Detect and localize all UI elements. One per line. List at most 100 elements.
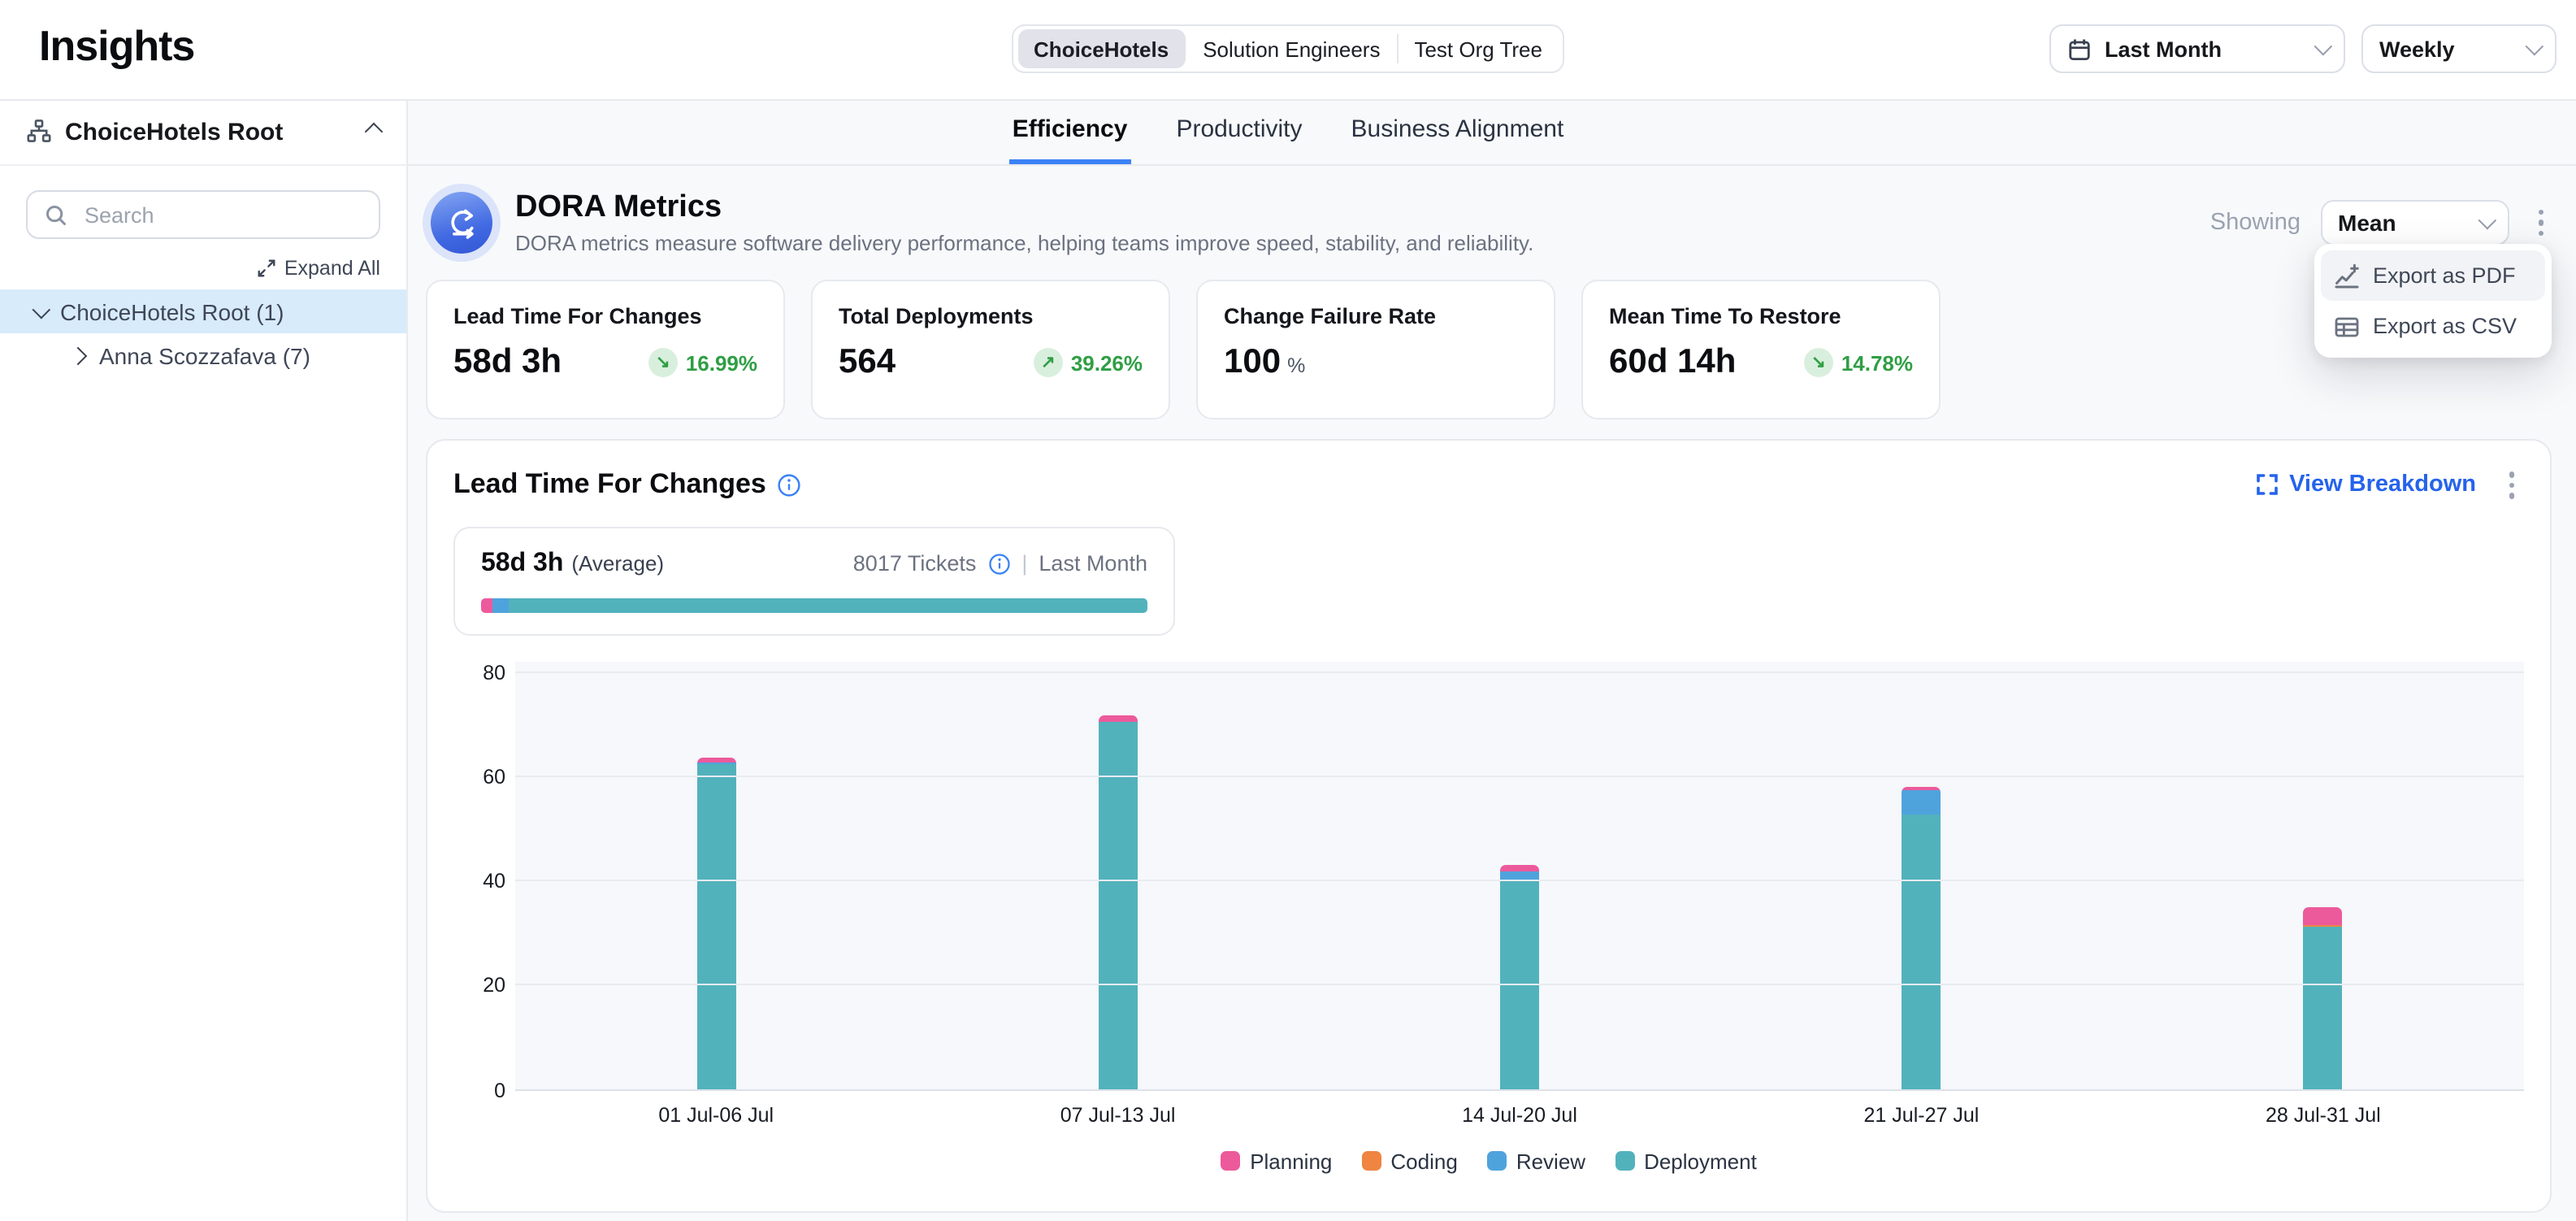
lead-time-card: Lead Time For Changes View Breakdown <box>426 439 2552 1213</box>
page-title: Insights <box>39 21 194 72</box>
gridline-20 <box>515 984 2524 986</box>
metric-cards: Lead Time For Changes58d 3h↘16.99%Total … <box>426 280 2553 419</box>
metric-card-total-deployments: Total Deployments564↗39.26% <box>811 280 1170 419</box>
bar-segment-deployment <box>1099 722 1138 1090</box>
stacked-bar-28-jul-31-jul <box>2304 907 2343 1091</box>
sidebar-header[interactable]: ChoiceHotels Root <box>0 99 406 166</box>
legend-swatch <box>1361 1151 1381 1171</box>
expand-all-label: Expand All <box>284 257 380 280</box>
dora-controls: Showing Mean <box>2210 200 2553 246</box>
stacked-bar-14-jul-20-jul <box>1500 866 1539 1090</box>
plot-area <box>515 661 2524 1090</box>
org-tree-icon <box>26 119 52 145</box>
tab-business-alignment[interactable]: Business Alignment <box>1348 99 1568 164</box>
metric-card-title: Mean Time To Restore <box>1609 304 1913 328</box>
sprint-icon <box>431 192 492 254</box>
org-tab-choicehotels[interactable]: ChoiceHotels <box>1017 29 1185 68</box>
y-tick-label: 60 <box>483 764 505 790</box>
export-item-export-as-pdf[interactable]: Export as PDF <box>2321 250 2545 301</box>
chevron-right-icon <box>69 346 88 365</box>
bar-column-21-jul-27-jul <box>1720 661 2122 1090</box>
export-item-export-as-csv[interactable]: Export as CSV <box>2321 301 2545 351</box>
trend-percentage: 39.26% <box>1071 350 1143 375</box>
dora-header: DORA Metrics DORA metrics measure softwa… <box>426 182 2553 263</box>
org-tab-test-org-tree[interactable]: Test Org Tree <box>1398 29 1559 68</box>
trend-percentage: 14.78% <box>1841 350 1913 375</box>
summary-value: 58d 3h <box>481 549 563 578</box>
info-icon[interactable] <box>987 552 1010 575</box>
lead-time-header: Lead Time For Changes View Breakdown <box>453 463 2524 506</box>
bar-segment-deployment <box>696 765 735 1090</box>
legend-item-deployment[interactable]: Deployment <box>1615 1149 1757 1173</box>
legend-label: Review <box>1516 1149 1585 1173</box>
bar-column-28-jul-31-jul <box>2123 661 2524 1090</box>
tree-item-anna-scozzafava-7[interactable]: Anna Scozzafava (7) <box>0 333 406 377</box>
divider: | <box>1021 551 1027 576</box>
metric-card-row: 58d 3h↘16.99% <box>453 343 757 382</box>
info-icon[interactable] <box>778 473 802 498</box>
sidebar-title: ChoiceHotels Root <box>65 118 283 146</box>
y-tick-label: 80 <box>483 659 505 685</box>
export-item-label: Export as PDF <box>2373 263 2516 288</box>
top-right-controls: Last Month Weekly <box>2049 24 2556 73</box>
metric-card-row: 60d 14h↘14.78% <box>1609 343 1913 382</box>
granularity-select[interactable]: Weekly <box>2361 24 2556 73</box>
trend-up-icon: ↗ <box>1034 348 1063 377</box>
bar-column-07-jul-13-jul <box>917 661 1318 1090</box>
view-breakdown-button[interactable]: View Breakdown <box>2255 472 2476 498</box>
dora-kebab-menu-icon[interactable] <box>2528 202 2553 245</box>
search-box <box>26 190 380 239</box>
org-tab-solution-engineers[interactable]: Solution Engineers <box>1186 29 1396 68</box>
main-content: Efficiency Productivity Business Alignment… <box>406 99 2576 1221</box>
insights-page: Insights ChoiceHotelsSolution EngineersT… <box>0 0 2576 1221</box>
expand-all-button[interactable]: Expand All <box>26 257 380 280</box>
org-tree: ChoiceHotels Root (1) Anna Scozzafava (7) <box>0 289 406 377</box>
bar-segment-deployment <box>2304 927 2343 1090</box>
legend-swatch <box>1615 1151 1634 1171</box>
bar-column-14-jul-20-jul <box>1319 661 1720 1090</box>
y-tick-label: 40 <box>483 868 505 894</box>
chevron-down-icon <box>2478 211 2496 230</box>
chevron-up-icon <box>365 123 384 141</box>
chevron-down-icon <box>2314 37 2333 56</box>
fullscreen-icon <box>2255 474 2278 497</box>
export-menu: Export as PDF Export as CSV <box>2314 244 2552 358</box>
aggregation-select[interactable]: Mean <box>2320 200 2509 246</box>
tree-item-choicehotels-root-1[interactable]: ChoiceHotels Root (1) <box>0 289 406 333</box>
tree-item-label: Anna Scozzafava (7) <box>99 342 310 368</box>
lead-time-chart: 020406080 <box>453 661 2524 1090</box>
gridline-80 <box>515 671 2524 672</box>
stacked-bar-07-jul-13-jul <box>1099 715 1138 1090</box>
date-range-select[interactable]: Last Month <box>2049 24 2345 73</box>
search-input[interactable] <box>81 201 362 228</box>
dora-titles: DORA Metrics DORA metrics measure softwa… <box>515 190 1533 255</box>
chart-legend: Planning Coding Review Deployment <box>453 1149 2524 1173</box>
x-tick-label: 14 Jul-20 Jul <box>1319 1103 1720 1126</box>
lead-time-kebab-menu-icon[interactable] <box>2499 463 2524 506</box>
tree-item-label: ChoiceHotels Root (1) <box>60 298 284 324</box>
dora-title: DORA Metrics <box>515 190 1533 226</box>
legend-swatch <box>1221 1151 1240 1171</box>
aggregation-value: Mean <box>2338 210 2396 236</box>
legend-item-coding[interactable]: Coding <box>1361 1149 1457 1173</box>
date-range-value: Last Month <box>2105 37 2222 61</box>
search-icon <box>44 202 68 227</box>
y-tick-label: 0 <box>494 1077 505 1103</box>
metric-card-title: Lead Time For Changes <box>453 304 757 328</box>
metric-card-value: 100% <box>1224 343 1305 382</box>
tickets-count: 8017 Tickets <box>853 551 977 576</box>
phase-segment-planning <box>481 597 493 612</box>
x-tick-label: 21 Jul-27 Jul <box>1720 1103 2122 1126</box>
lead-time-title: Lead Time For Changes <box>453 469 802 502</box>
bar-segment-deployment <box>1902 815 1941 1090</box>
legend-item-review[interactable]: Review <box>1487 1149 1585 1173</box>
trend-badge: ↘14.78% <box>1804 348 1913 377</box>
calendar-icon <box>2067 37 2092 61</box>
x-tick-label: 01 Jul-06 Jul <box>515 1103 917 1126</box>
gridline-0 <box>515 1088 2524 1090</box>
tab-efficiency[interactable]: Efficiency <box>1009 99 1131 164</box>
tab-productivity[interactable]: Productivity <box>1173 99 1305 164</box>
summary-meta: 8017 Tickets | Last Month <box>853 551 1147 576</box>
legend-item-planning[interactable]: Planning <box>1221 1149 1332 1173</box>
metric-card-title: Change Failure Rate <box>1224 304 1528 328</box>
